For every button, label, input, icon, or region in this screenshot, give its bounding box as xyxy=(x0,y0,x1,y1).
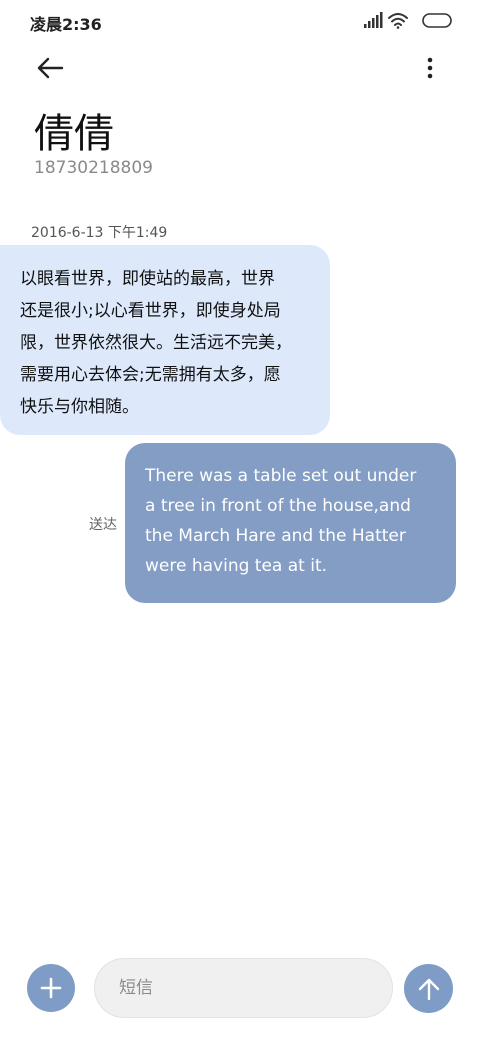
incoming-message-bubble[interactable]: 以眼看世界，即使站的最高，世界 还是很小;以心看世界，即使身处局 限，世界依然很… xyxy=(0,245,330,435)
status-icons xyxy=(364,12,454,30)
outgoing-message-bubble[interactable]: There was a table set out under a tree i… xyxy=(125,443,456,603)
back-arrow-icon xyxy=(37,57,64,79)
message-line: 以眼看世界，即使站的最高，世界 xyxy=(20,269,275,289)
message-date: 2016-6-13 下午1:49 xyxy=(31,225,168,241)
add-attachment-button[interactable] xyxy=(27,964,75,1012)
signal-icon xyxy=(364,12,383,28)
battery-icon xyxy=(422,13,452,28)
message-line: were having tea at it. xyxy=(145,556,328,576)
message-line: There was a table set out under xyxy=(145,466,417,486)
message-line: 快乐与你相随。 xyxy=(20,397,139,417)
message-line: a tree in front of the house,and xyxy=(145,496,411,516)
message-line: the March Hare and the Hatter xyxy=(145,526,406,546)
arrow-up-icon xyxy=(418,978,439,1000)
send-button[interactable] xyxy=(404,964,453,1013)
message-line: 需要用心去体会;无需拥有太多，愿 xyxy=(20,365,281,385)
more-options-button[interactable] xyxy=(410,48,450,88)
contact-number: 18730218809 xyxy=(34,158,153,178)
delivery-status: 送达 xyxy=(89,517,117,533)
message-line: 还是很小;以心看世界，即使身处局 xyxy=(20,301,281,321)
wifi-icon xyxy=(388,13,408,29)
more-vertical-icon xyxy=(427,57,433,79)
status-bar: 凌晨2:36 xyxy=(0,0,480,42)
status-time: 凌晨2:36 xyxy=(30,15,102,34)
back-button[interactable] xyxy=(30,48,70,88)
sms-input[interactable] xyxy=(94,958,393,1018)
contact-name: 倩倩 xyxy=(34,111,114,157)
message-line: 限，世界依然很大。生活远不完美， xyxy=(20,333,292,353)
plus-icon xyxy=(40,977,62,999)
